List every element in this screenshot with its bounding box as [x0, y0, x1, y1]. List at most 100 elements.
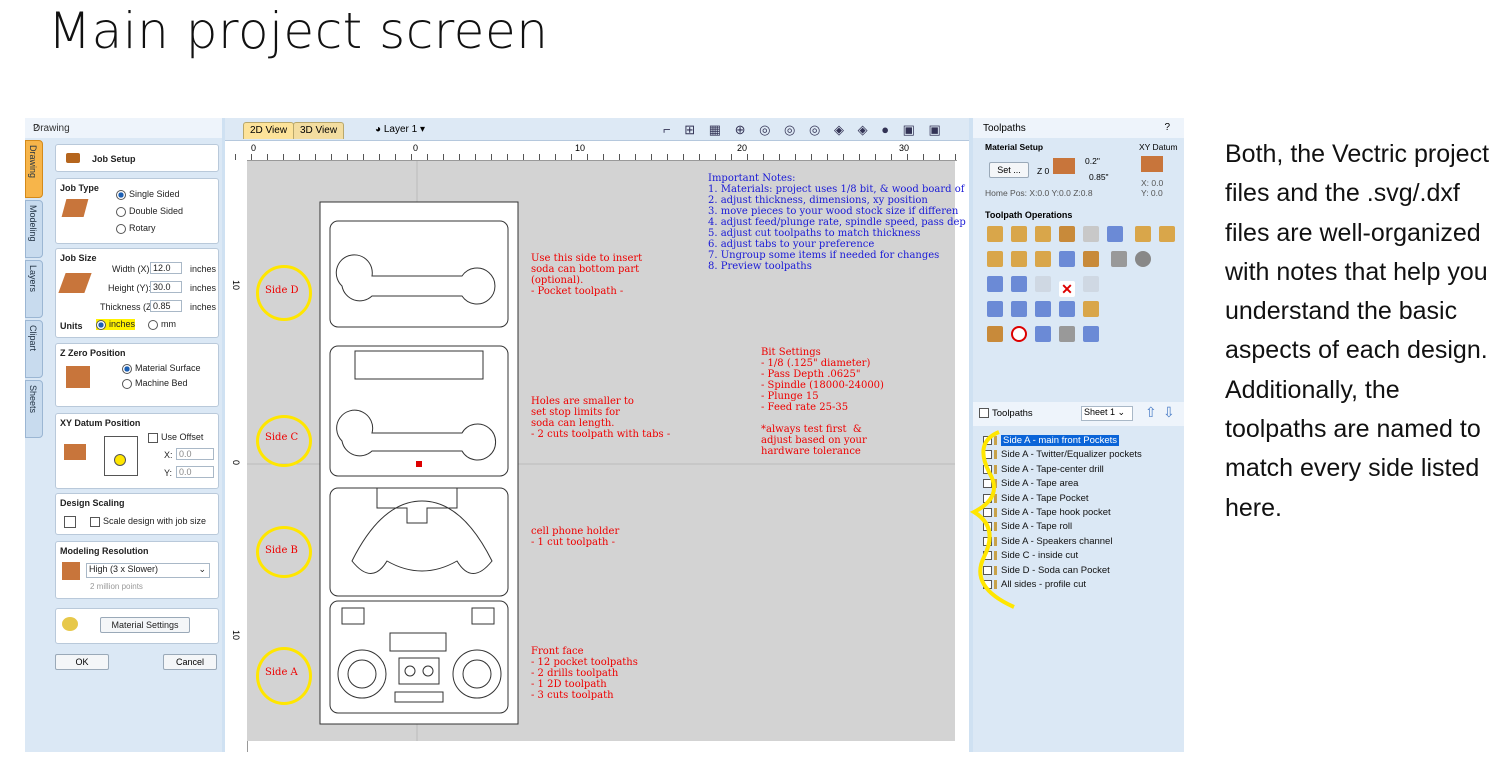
radio-material-surface[interactable]: Material Surface: [122, 363, 201, 374]
chamfer-toolpath-icon[interactable]: [1035, 251, 1051, 267]
home-position: Home Pos: X:0.0 Y:0.0 Z:0.8: [985, 188, 1093, 198]
flute-toolpath-icon[interactable]: [1135, 226, 1152, 242]
job-setup-icon: [66, 153, 80, 163]
tab-drawing[interactable]: Drawing: [25, 140, 43, 198]
toolpaths-panel-title: Toolpaths: [983, 123, 1026, 134]
fluting-toolpath-icon[interactable]: [987, 251, 1003, 267]
inlay-toolpath-icon[interactable]: [1107, 226, 1123, 242]
height-label: Height (Y):: [108, 283, 152, 293]
post-process-icon[interactable]: [1059, 326, 1075, 342]
datum-selected-point[interactable]: [114, 454, 126, 466]
ruler-v-label: 0: [231, 460, 241, 466]
resolution-icon: [62, 562, 80, 580]
edit-toolpath-icon[interactable]: [1011, 276, 1027, 292]
cancel-button[interactable]: Cancel: [163, 654, 217, 670]
radio-rotary[interactable]: Rotary: [116, 223, 156, 234]
xy-datum-label: XY Datum: [1139, 142, 1178, 152]
preview-selected-icon[interactable]: [1011, 301, 1027, 317]
scale-design-checkbox[interactable]: Scale design with job size: [90, 516, 206, 527]
datum-y-input[interactable]: 0.0: [176, 466, 214, 478]
profile-toolpath-icon[interactable]: [987, 226, 1003, 242]
design-canvas[interactable]: Side D Side C Side B Side A Important No…: [247, 161, 966, 741]
datum-x-label: X:: [164, 450, 173, 460]
copy-toolpath-icon[interactable]: [1035, 276, 1051, 292]
project-toolpath-icon[interactable]: [1111, 251, 1128, 267]
thickness-input[interactable]: 0.85: [150, 300, 182, 312]
ruler-v-label: 10: [231, 630, 241, 641]
datum-x-input[interactable]: 0.0: [176, 448, 214, 460]
tab-sheets[interactable]: Sheets: [25, 380, 43, 438]
ruler-h-label: 10: [575, 143, 586, 153]
tab-modeling[interactable]: Modeling: [25, 200, 43, 258]
resolution-select[interactable]: High (3 x Slower) ⌄: [86, 563, 210, 578]
toolpath-operations-grid: ✕: [983, 224, 1183, 349]
move-up-icon[interactable]: ⇧: [1145, 404, 1157, 421]
preview-icon[interactable]: [1135, 251, 1152, 267]
template-icon[interactable]: [1059, 301, 1075, 317]
vcarve-toolpath-icon[interactable]: [1059, 226, 1075, 242]
height-input[interactable]: 30.0: [150, 281, 182, 293]
toolpaths-panel: Toolpaths ? Material Setup Set ... Z 0 0…: [969, 118, 1184, 752]
job-size-title: Job Size: [60, 253, 97, 263]
slide-title: Main project screen: [48, 2, 549, 60]
job-size-icon: [58, 273, 92, 293]
z-zero-section: Z Zero Position Material Surface Machine…: [55, 343, 219, 407]
side-a-label: Side A: [265, 667, 298, 678]
radio-mm[interactable]: mm: [148, 319, 176, 330]
tab-layers[interactable]: Layers: [25, 260, 43, 318]
radio-inches[interactable]: inches: [96, 319, 136, 330]
toolpath-summary-icon[interactable]: [1083, 276, 1099, 292]
time-estimate-icon[interactable]: [1011, 326, 1027, 342]
tab-clipart[interactable]: Clipart: [25, 320, 43, 378]
layer-selector[interactable]: ◕ Layer 1 ▾: [375, 124, 425, 135]
width-label: Width (X):: [112, 264, 153, 274]
z-zero-icon: [66, 366, 90, 388]
3d-finish-toolpath-icon[interactable]: [1083, 251, 1099, 267]
toolpaths-select-all-checkbox[interactable]: Toolpaths: [979, 408, 1033, 419]
ok-button[interactable]: OK: [55, 654, 109, 670]
side-b-label: Side B: [265, 545, 298, 556]
tab-3d-view[interactable]: 3D View: [293, 122, 345, 139]
merge-toolpath-icon[interactable]: [1035, 301, 1051, 317]
drill-toolpath-icon[interactable]: [1035, 226, 1051, 242]
modeling-resolution-title: Modeling Resolution: [60, 546, 149, 556]
radio-double-sided[interactable]: Double Sided: [116, 206, 183, 217]
3d-rough-toolpath-icon[interactable]: [1059, 251, 1075, 267]
job-sheet-icon[interactable]: [1035, 326, 1051, 342]
design-view: 2D View 3D View ◕ Layer 1 ▾ ⌐ ⊞ ▦ ⊕ ◎ ◎ …: [225, 118, 969, 752]
pocket-toolpath-icon[interactable]: [1011, 226, 1027, 242]
toolpaths-panel-header: Toolpaths ?: [973, 118, 1184, 138]
panel-help-icon[interactable]: ?: [1164, 122, 1170, 133]
xy-datum-y: Y: 0.0: [1141, 188, 1163, 198]
radio-single-sided[interactable]: Single Sided: [116, 189, 180, 200]
view-tools-icons[interactable]: ⌐ ⊞ ▦ ⊕ ◎ ◎ ◎ ◈ ◈ ● ▣ ▣: [663, 122, 946, 138]
delete-toolpath-icon[interactable]: ✕: [1059, 281, 1075, 297]
slide-description: Both, the Vectric project files and the …: [1225, 140, 1490, 522]
radio-machine-bed[interactable]: Machine Bed: [122, 378, 188, 389]
resolution-subtext: 2 million points: [90, 582, 143, 591]
material-set-button[interactable]: Set ...: [989, 162, 1029, 178]
sheet-select[interactable]: Sheet 1 ⌄: [1081, 406, 1133, 421]
material-dim-top: 0.2": [1085, 156, 1100, 166]
panel-help-icon[interactable]: ?: [33, 123, 214, 134]
prism-toolpath-icon[interactable]: [1159, 226, 1176, 242]
width-input[interactable]: 12.0: [150, 262, 182, 274]
tool-database-icon[interactable]: [987, 326, 1003, 342]
texture-toolpath-icon[interactable]: [1083, 226, 1099, 242]
toolpath-operations-title: Toolpath Operations: [985, 210, 1073, 220]
view-toolbar: 2D View 3D View ◕ Layer 1 ▾ ⌐ ⊞ ▦ ⊕ ◎ ◎ …: [225, 118, 969, 141]
job-type-section: Job Type Single Sided Double Sided Rotar…: [55, 178, 219, 244]
save-toolpath-icon[interactable]: [1083, 326, 1099, 342]
job-size-section: Job Size Width (X): 12.0 inches Height (…: [55, 248, 219, 338]
tabs-icon[interactable]: [987, 276, 1003, 292]
chevron-down-icon: ⌄: [198, 564, 206, 574]
xy-datum-x: X: 0.0: [1141, 178, 1164, 188]
moulding-toolpath-icon[interactable]: [1011, 251, 1027, 267]
material-settings-button[interactable]: Material Settings: [100, 617, 190, 633]
recalculate-icon[interactable]: [1083, 301, 1099, 317]
preview-all-icon[interactable]: [987, 301, 1003, 317]
use-offset-checkbox[interactable]: Use Offset: [148, 432, 203, 443]
move-down-icon[interactable]: ⇩: [1163, 404, 1175, 421]
drawing-panel: Drawing ? Drawing Modeling Layers Clipar…: [25, 118, 222, 752]
tab-2d-view[interactable]: 2D View: [243, 122, 295, 139]
